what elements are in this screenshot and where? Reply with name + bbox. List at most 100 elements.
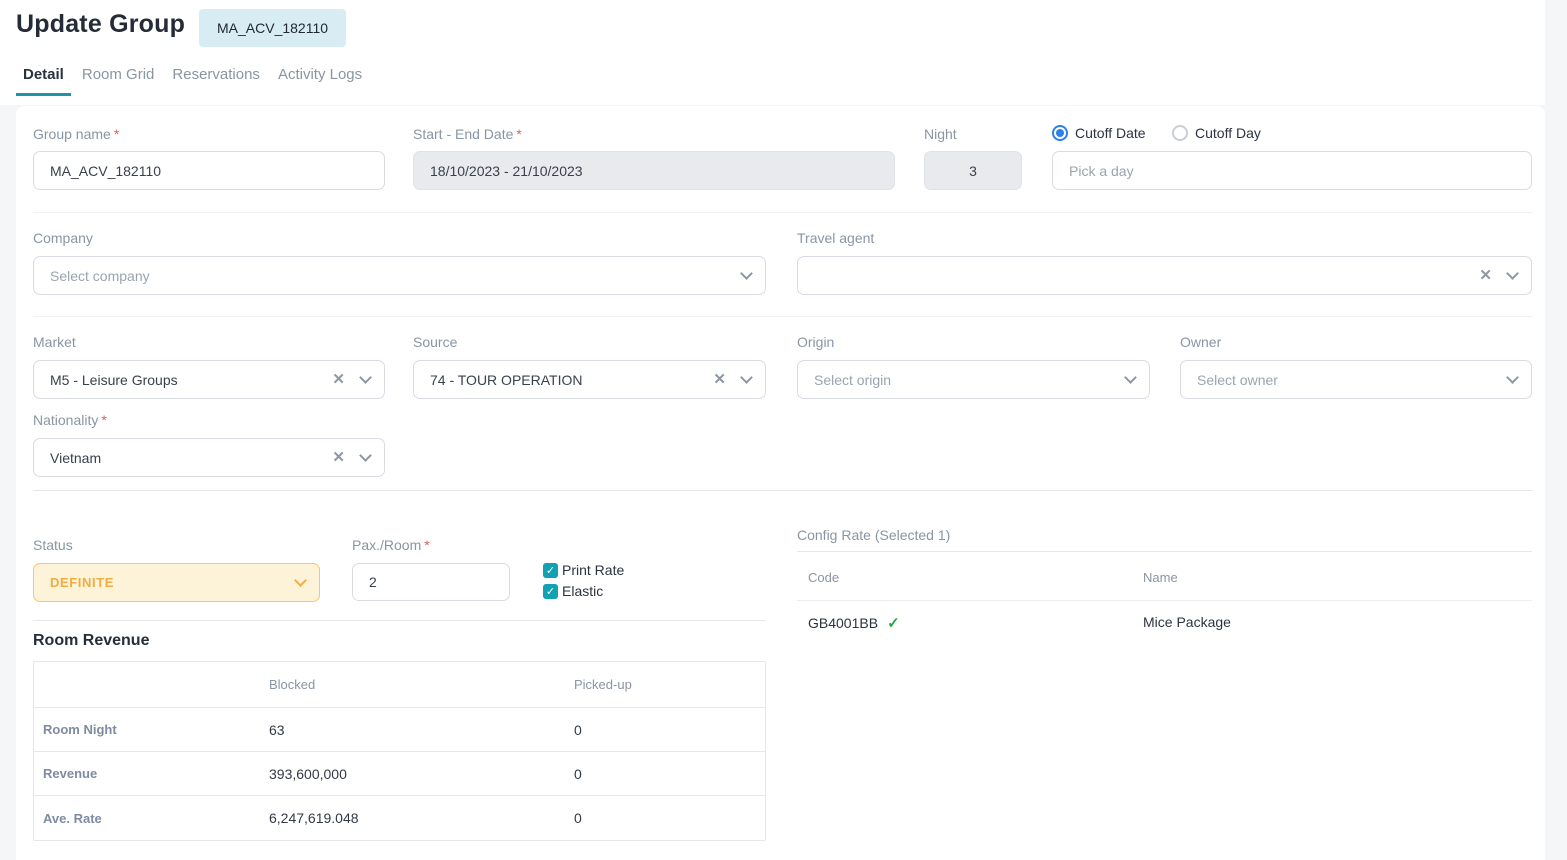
- market-select[interactable]: M5 - Leisure Groups ✕: [33, 360, 385, 399]
- config-rate-header-divider: [797, 600, 1532, 601]
- market-label: Market: [33, 334, 76, 350]
- elastic-checkbox[interactable]: ✓ Elastic: [543, 583, 603, 599]
- config-rate-row[interactable]: GB4001BB ✓: [808, 614, 900, 632]
- code-column-header: Code: [808, 570, 839, 585]
- chevron-down-icon: [740, 371, 753, 384]
- print-rate-label: Print Rate: [562, 562, 624, 578]
- chevron-down-icon: [740, 267, 753, 280]
- room-revenue-title: Room Revenue: [33, 632, 149, 650]
- config-rate-title: Config Rate (Selected 1): [797, 527, 950, 543]
- blocked-value: 6,247,619.048: [269, 810, 574, 826]
- table-row: Revenue 393,600,000 0: [34, 752, 765, 796]
- chevron-down-icon: [359, 371, 372, 384]
- radio-selected-icon: [1052, 125, 1068, 141]
- night-value: 3: [969, 163, 977, 179]
- origin-label: Origin: [797, 334, 834, 350]
- required-asterisk: *: [101, 412, 106, 428]
- page-title: Update Group: [16, 10, 185, 39]
- detail-panel: Group name* Start - End Date* 18/10/2023…: [16, 106, 1545, 860]
- date-range-value: 18/10/2023 - 21/10/2023: [430, 163, 583, 179]
- picked-up-value: 0: [574, 766, 765, 782]
- company-select[interactable]: Select company: [33, 256, 766, 295]
- table-row: Room Night 63 0: [34, 708, 765, 752]
- config-rate-divider: [797, 551, 1532, 552]
- row-label: Revenue: [34, 766, 269, 781]
- checkbox-checked-icon: ✓: [543, 563, 558, 578]
- room-revenue-divider: [33, 620, 766, 621]
- tab-reservations[interactable]: Reservations: [165, 63, 267, 96]
- row-divider: [33, 212, 1532, 213]
- elastic-label: Elastic: [562, 583, 603, 599]
- chevron-down-icon: [359, 449, 372, 462]
- clear-icon[interactable]: ✕: [1479, 268, 1492, 283]
- clear-icon[interactable]: ✕: [332, 372, 345, 387]
- source-value: 74 - TOUR OPERATION: [430, 372, 713, 388]
- selected-check-icon: ✓: [887, 615, 900, 632]
- required-asterisk: *: [516, 126, 521, 142]
- source-select[interactable]: 74 - TOUR OPERATION ✕: [413, 360, 766, 399]
- status-value: DEFINITE: [50, 575, 296, 590]
- group-name-label: Group name*: [33, 126, 119, 142]
- picked-up-value: 0: [574, 722, 765, 738]
- owner-label: Owner: [1180, 334, 1221, 350]
- company-label: Company: [33, 230, 93, 246]
- tab-room-grid[interactable]: Room Grid: [75, 63, 162, 96]
- name-column-header: Name: [1143, 570, 1178, 585]
- group-code-badge: MA_ACV_182110: [199, 9, 346, 47]
- tab-detail[interactable]: Detail: [16, 63, 71, 96]
- cutoff-day-radio[interactable]: Cutoff Day: [1172, 125, 1261, 141]
- nationality-label: Nationality*: [33, 412, 107, 428]
- chevron-down-icon: [1506, 371, 1519, 384]
- room-revenue-header-row: Blocked Picked-up: [34, 662, 765, 708]
- room-revenue-table: Blocked Picked-up Room Night 63 0 Revenu…: [33, 661, 766, 841]
- cutoff-day-picker-input[interactable]: [1052, 151, 1532, 190]
- night-field: 3: [924, 151, 1022, 190]
- table-row: Ave. Rate 6,247,619.048 0: [34, 796, 765, 840]
- status-select[interactable]: DEFINITE: [33, 563, 320, 602]
- cutoff-day-radio-label: Cutoff Day: [1195, 125, 1261, 141]
- row-divider: [33, 316, 1532, 317]
- owner-select[interactable]: Select owner: [1180, 360, 1532, 399]
- travel-agent-select[interactable]: ✕: [797, 256, 1532, 295]
- date-range-label: Start - End Date*: [413, 126, 522, 142]
- print-rate-checkbox[interactable]: ✓ Print Rate: [543, 562, 624, 578]
- update-group-page: Update Group MA_ACV_182110 Detail Room G…: [0, 0, 1567, 860]
- required-asterisk: *: [424, 537, 429, 553]
- origin-select[interactable]: Select origin: [797, 360, 1150, 399]
- tab-bar: Detail Room Grid Reservations Activity L…: [16, 63, 369, 96]
- section-divider: [33, 490, 1532, 491]
- required-asterisk: *: [114, 126, 119, 142]
- nationality-value: Vietnam: [50, 450, 332, 466]
- pax-room-label: Pax./Room*: [352, 537, 430, 553]
- blocked-column-header: Blocked: [269, 677, 574, 692]
- night-label: Night: [924, 126, 957, 142]
- chevron-down-icon: [294, 574, 307, 587]
- row-label: Ave. Rate: [34, 811, 269, 826]
- clear-icon[interactable]: ✕: [713, 372, 726, 387]
- company-placeholder: Select company: [50, 268, 742, 284]
- status-label: Status: [33, 537, 73, 553]
- blocked-value: 63: [269, 722, 574, 738]
- travel-agent-label: Travel agent: [797, 230, 874, 246]
- cutoff-date-radio-label: Cutoff Date: [1075, 125, 1146, 141]
- rate-code: GB4001BB: [808, 615, 878, 631]
- clear-icon[interactable]: ✕: [332, 450, 345, 465]
- chevron-down-icon: [1506, 267, 1519, 280]
- radio-unselected-icon: [1172, 125, 1188, 141]
- tab-activity-logs[interactable]: Activity Logs: [271, 63, 369, 96]
- pax-room-input[interactable]: [352, 563, 510, 601]
- date-range-field: 18/10/2023 - 21/10/2023: [413, 151, 895, 190]
- chevron-down-icon: [1124, 371, 1137, 384]
- owner-placeholder: Select owner: [1197, 372, 1508, 388]
- nationality-select[interactable]: Vietnam ✕: [33, 438, 385, 477]
- cutoff-date-radio[interactable]: Cutoff Date: [1052, 125, 1146, 141]
- picked-up-value: 0: [574, 810, 765, 826]
- market-value: M5 - Leisure Groups: [50, 372, 332, 388]
- row-label: Room Night: [34, 722, 269, 737]
- picked-up-column-header: Picked-up: [574, 677, 765, 692]
- rate-name: Mice Package: [1143, 614, 1231, 630]
- source-label: Source: [413, 334, 457, 350]
- page-header: Update Group MA_ACV_182110 Detail Room G…: [0, 0, 1545, 105]
- checkbox-checked-icon: ✓: [543, 584, 558, 599]
- group-name-input[interactable]: [33, 151, 385, 190]
